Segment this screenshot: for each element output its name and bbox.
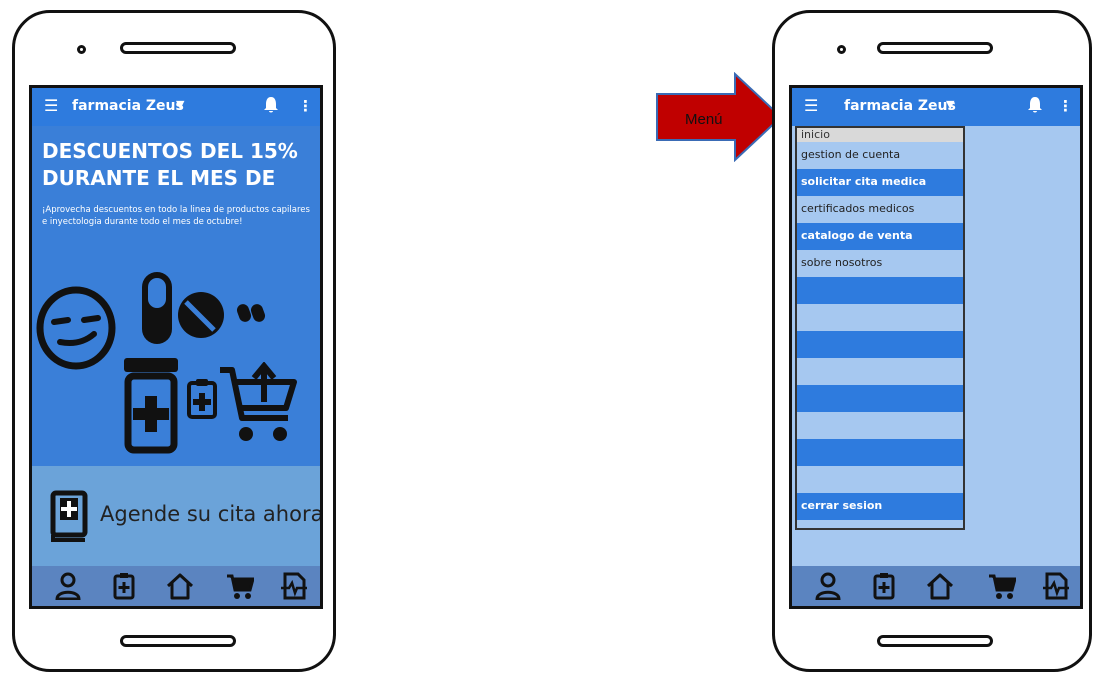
menu-item-solicitar-cita[interactable]: solicitar cita medica [797,169,963,196]
book-appointment-banner[interactable]: Agende su cita ahora [32,466,320,570]
home-icon[interactable] [926,572,954,600]
medical-book-icon [50,490,88,542]
navigation-drawer: inicio gestion de cuenta solicitar cita … [795,126,965,530]
promo-title: DESCUENTOS DEL 15% DURANTE EL MES DE [42,139,298,190]
clipboard-plus-icon[interactable] [110,572,138,600]
menu-item-empty [797,412,963,439]
menu-item-label: catalogo de venta [801,229,913,242]
clipboard-plus-icon[interactable] [870,572,898,600]
menu-item-empty [797,331,963,358]
menu-item-cerrar-sesion[interactable]: cerrar sesion [797,493,963,520]
bottom-navigation [32,566,320,606]
right-phone-frame: ☰ farmacia Zeus ▼ ⋮ inicio gestion de cu… [772,10,1092,672]
home-slot [877,635,993,647]
medicine-bottle-icon [124,358,178,454]
app-title: farmacia Zeus [72,98,184,114]
menu-item-empty [797,439,963,466]
bell-icon[interactable] [264,96,278,114]
caret-down-icon[interactable]: ▼ [176,98,184,111]
menu-annotation-label: Menú [685,111,723,128]
home-icon[interactable] [166,572,194,600]
menu-item-label: certificados medicos [801,202,915,215]
menu-item-certificados[interactable]: certificados medicos [797,196,963,223]
menu-item-label: cerrar sesion [801,499,883,512]
menu-item-inicio[interactable]: inicio [797,128,963,142]
speaker-slot [877,42,993,54]
bell-icon[interactable] [1028,96,1042,114]
cart-icon[interactable] [988,572,1016,600]
menu-item-label: sobre nosotros [801,256,883,269]
user-doctor-icon[interactable] [814,572,842,600]
menu-item-label: inicio [801,128,830,141]
cart-icon[interactable] [226,572,254,600]
caret-down-icon[interactable]: ▼ [946,98,954,111]
hamburger-icon[interactable]: ☰ [804,97,818,115]
left-phone-screen: ☰ farmacia Zeus ▼ ⋮ DESCUENTOS DEL 15% D… [29,85,323,609]
promo-text: ¡Aprovecha descuentos en todo la linea d… [42,205,310,227]
pill-tablet-icon [178,292,224,338]
menu-item-gestion-de-cuenta[interactable]: gestion de cuenta [797,142,963,169]
smirk-face-icon [36,286,116,370]
camera-dot [837,45,846,54]
app-title: farmacia Zeus [844,98,956,114]
app-bar: ☰ farmacia Zeus ▼ ⋮ [792,88,1080,126]
camera-dot [77,45,86,54]
speaker-slot [120,42,236,54]
menu-item-empty [797,277,963,304]
health-file-icon[interactable] [280,572,308,600]
book-appointment-label: Agende su cita ahora [100,502,323,526]
home-slot [120,635,236,647]
bottom-navigation [792,566,1080,606]
menu-item-empty [797,385,963,412]
small-capsules-icon [236,304,266,322]
menu-item-label: solicitar cita medica [801,175,927,188]
kebab-icon[interactable]: ⋮ [298,97,313,115]
user-doctor-icon[interactable] [54,572,82,600]
hamburger-icon[interactable]: ☰ [44,97,58,115]
menu-item-empty [797,520,963,528]
cart-upload-icon [220,362,297,441]
kebab-icon[interactable]: ⋮ [1058,97,1073,115]
menu-item-label: gestion de cuenta [801,148,901,161]
menu-item-catalogo[interactable]: catalogo de venta [797,223,963,250]
clipboard-medical-icon [187,379,217,419]
right-phone-screen: ☰ farmacia Zeus ▼ ⋮ inicio gestion de cu… [789,85,1083,609]
menu-item-empty [797,304,963,331]
health-file-icon[interactable] [1042,572,1070,600]
menu-item-sobre-nosotros[interactable]: sobre nosotros [797,250,963,277]
left-phone-frame: ☰ farmacia Zeus ▼ ⋮ DESCUENTOS DEL 15% D… [12,10,336,672]
app-bar: ☰ farmacia Zeus ▼ ⋮ [32,88,320,126]
menu-item-empty [797,466,963,493]
capsule-icon [142,272,172,344]
menu-item-empty [797,358,963,385]
